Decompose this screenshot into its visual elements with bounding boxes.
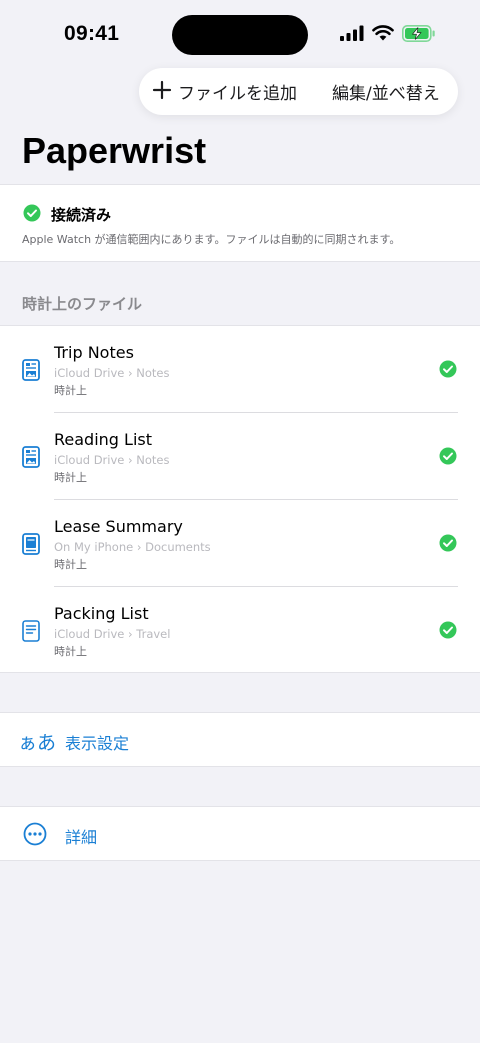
status-time: 09:41 bbox=[64, 22, 120, 45]
page-title: Paperwrist bbox=[22, 130, 207, 171]
file-list: Trip Notes iCloud Drive › Notes 時計上 Read… bbox=[0, 325, 480, 673]
connection-description: Apple Watch が通信範囲内にあります。ファイルは自動的に同期されます。 bbox=[22, 233, 401, 246]
cellular-signal-icon bbox=[340, 25, 364, 45]
text-size-icon: ぁあ bbox=[18, 732, 57, 754]
file-path: On My iPhone › Documents bbox=[54, 540, 211, 554]
details-label: 詳細 bbox=[65, 828, 98, 847]
book-doc-icon bbox=[22, 533, 40, 559]
file-row[interactable]: Lease Summary On My iPhone › Documents 時… bbox=[0, 500, 480, 587]
file-row[interactable]: Packing List iCloud Drive › Travel 時計上 bbox=[0, 587, 480, 674]
display-settings-row[interactable]: ぁあ 表示設定 bbox=[0, 712, 480, 767]
wifi-icon bbox=[372, 25, 394, 45]
add-file-button[interactable]: ファイルを追加 bbox=[152, 68, 297, 115]
plus-icon bbox=[152, 80, 172, 104]
photo-doc-icon bbox=[22, 359, 40, 385]
file-name: Reading List bbox=[54, 430, 152, 449]
screen: 09:41 ファイルを追加 編集/並べ替え Paperwrist 接続済み Ap… bbox=[0, 0, 480, 1043]
display-settings-label: 表示設定 bbox=[65, 734, 130, 753]
file-location: 時計上 bbox=[54, 471, 87, 484]
synced-check-icon bbox=[439, 534, 457, 556]
edit-sort-label: 編集/並べ替え bbox=[332, 84, 440, 104]
connection-status: 接続済み bbox=[51, 206, 112, 224]
file-path: iCloud Drive › Notes bbox=[54, 366, 170, 380]
battery-charging-icon bbox=[402, 24, 436, 46]
dynamic-island bbox=[172, 15, 308, 55]
synced-check-icon bbox=[439, 360, 457, 382]
edit-sort-button[interactable]: 編集/並べ替え bbox=[332, 68, 440, 115]
text-doc-icon bbox=[22, 620, 40, 646]
add-file-label: ファイルを追加 bbox=[178, 84, 297, 104]
file-location: 時計上 bbox=[54, 558, 87, 571]
connection-status-card: 接続済み Apple Watch が通信範囲内にあります。ファイルは自動的に同期… bbox=[0, 184, 480, 262]
file-name: Lease Summary bbox=[54, 517, 183, 536]
photo-doc-icon bbox=[22, 446, 40, 472]
details-row[interactable]: 詳細 bbox=[0, 806, 480, 861]
section-header-files-on-watch: 時計上のファイル bbox=[22, 295, 143, 313]
status-icons bbox=[340, 24, 436, 46]
toolbar: ファイルを追加 編集/並べ替え bbox=[139, 68, 458, 115]
file-name: Packing List bbox=[54, 604, 149, 623]
synced-check-icon bbox=[439, 621, 457, 643]
synced-check-icon bbox=[439, 447, 457, 469]
file-path: iCloud Drive › Notes bbox=[54, 453, 170, 467]
file-location: 時計上 bbox=[54, 645, 87, 658]
file-name: Trip Notes bbox=[54, 343, 134, 362]
checkmark-circle-icon bbox=[23, 204, 41, 226]
file-location: 時計上 bbox=[54, 384, 87, 397]
file-row[interactable]: Reading List iCloud Drive › Notes 時計上 bbox=[0, 413, 480, 500]
ellipsis-circle-icon bbox=[23, 822, 47, 850]
file-path: iCloud Drive › Travel bbox=[54, 627, 171, 641]
file-row[interactable]: Trip Notes iCloud Drive › Notes 時計上 bbox=[0, 326, 480, 413]
